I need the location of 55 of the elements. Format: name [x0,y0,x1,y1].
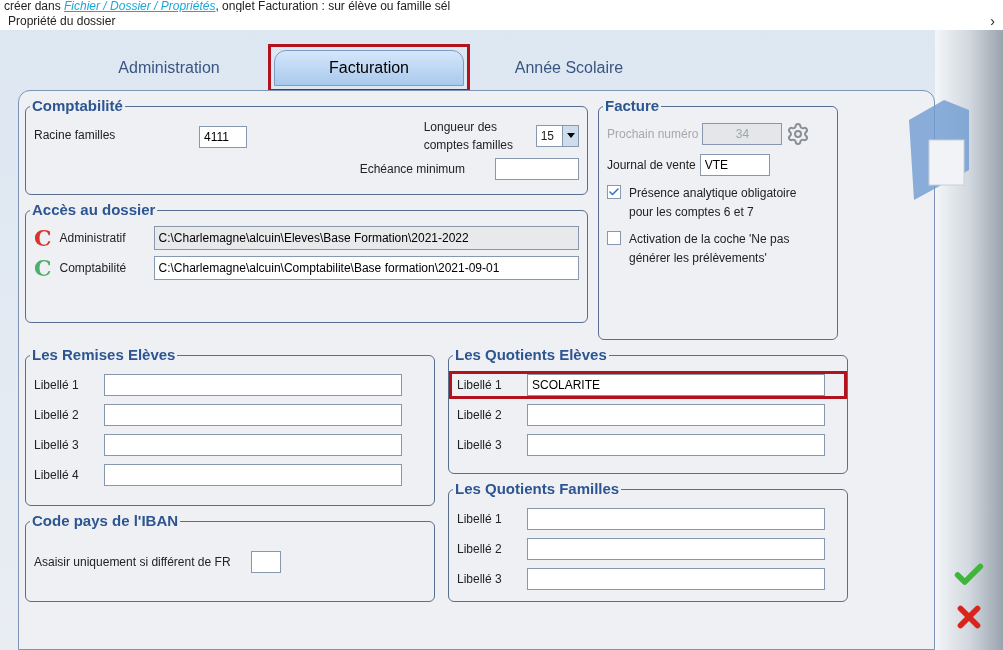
group-title: Facture [604,96,661,116]
field-label: Racine familles [34,126,117,144]
dropdown[interactable]: 15 [535,124,579,147]
field-label: Libellé 3 [457,570,503,587]
field-label: Libellé 1 [34,376,80,393]
field-label: Libellé 2 [457,406,503,423]
field-label: Asaisir uniquement si différent de FR [34,553,231,571]
group-title: Les Quotients Familles [454,479,621,499]
group-title: Les Remises Elèves [31,345,177,365]
field-label: Libellé 1 [457,510,503,527]
caret-icon [562,125,578,146]
text-field[interactable] [527,507,825,530]
text-field[interactable] [104,433,402,456]
field-label: Prochain numéro [607,125,699,143]
field-label: Longueur des comptes familles [423,118,514,154]
group-title: Code pays de l'IBAN [31,511,180,531]
text-field[interactable] [527,403,825,426]
close-button[interactable]: › [990,14,995,28]
field-label: Administratif [59,229,127,247]
text-field[interactable]: SCOLARITE [527,373,825,396]
checkbox[interactable] [607,230,621,245]
field-label: Libellé 1 [457,376,503,393]
settings-icon[interactable] [786,121,811,146]
tab[interactable]: Année Scolaire [484,50,654,86]
path-field[interactable]: C:\Charlemagne\alcuin\Comptabilite\Base formation\2021-09-01 [153,255,579,280]
field-label: Libellé 3 [457,436,503,453]
field-label: Journal de vente [607,156,696,174]
document-text: créer dans Fichier / Dossier / Propriétés, onglet Facturation : sur élève ou famille sél [4,0,451,13]
text-field[interactable] [250,550,281,573]
field-label: Libellé 2 [457,540,503,557]
text-field[interactable] [527,433,825,456]
group-title: Les Quotients Elèves [454,345,608,365]
field-label: Libellé 2 [34,406,80,423]
logo-icon: C [34,226,52,249]
text-field[interactable] [104,403,402,426]
window-title: Propriété du dossier [8,13,116,30]
tab[interactable]: Administration [84,50,254,86]
text-field[interactable] [527,567,825,590]
field-label: Libellé 3 [34,436,80,453]
checkbox-label: Présence analytique obligatoire pour les comptes 6 et 7 [629,184,798,221]
text-field[interactable]: VTE [699,153,770,176]
logo-icon: C [34,256,52,279]
tab[interactable]: Facturation [274,50,464,86]
group-title: Accès au dossier [31,200,157,220]
text-field[interactable] [104,463,402,486]
field-label: Comptabilité [59,259,128,277]
field-label: Libellé 4 [34,466,80,483]
checkbox-label: Activation de la coche 'Ne pas générer les prélèvements' [629,230,791,267]
text-field[interactable] [495,157,579,180]
field-label: Echéance minimum [359,160,465,178]
text-field[interactable]: 4111 [199,125,247,148]
text-field[interactable] [104,373,402,396]
checkbox[interactable] [607,184,621,199]
group-title: Comptabilité [31,96,124,116]
text-field[interactable] [527,537,825,560]
